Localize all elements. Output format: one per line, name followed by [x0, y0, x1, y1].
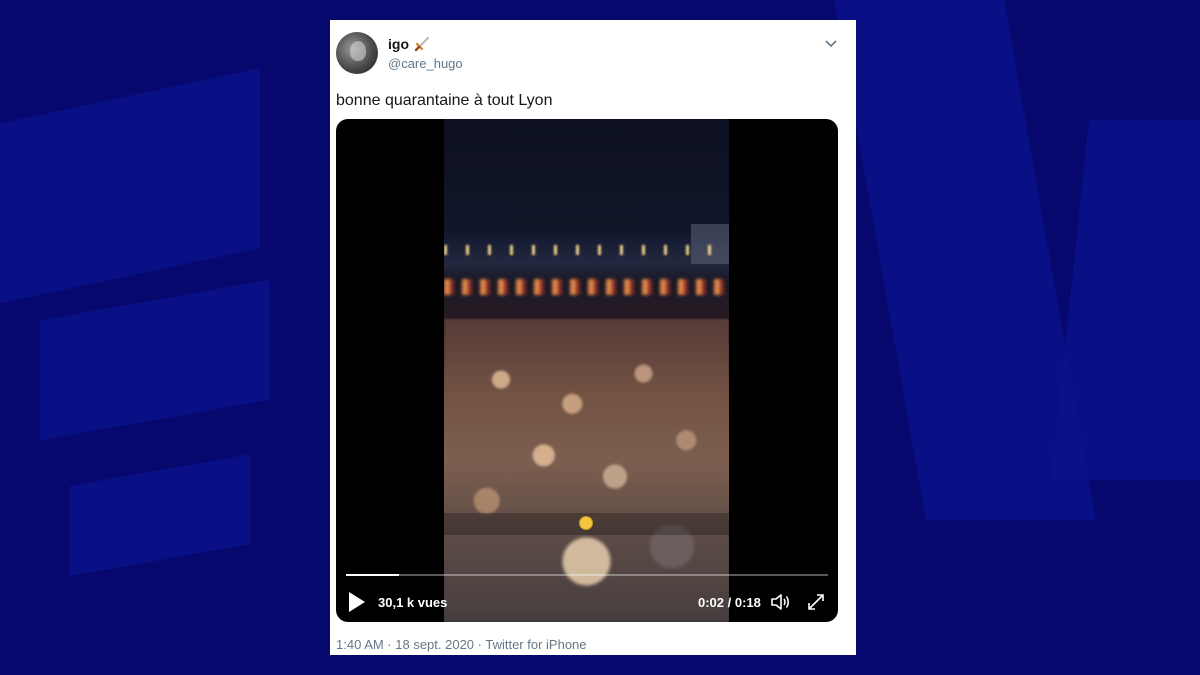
tweet-card: igo @care_hugo bonne quarantaine à tout … — [330, 20, 856, 655]
volume-icon[interactable] — [770, 592, 792, 612]
progress-fill — [346, 574, 400, 576]
video-frame — [444, 119, 729, 622]
time-display: 0:02 / 0:18 — [698, 595, 761, 610]
view-count: 30,1 k vues — [378, 595, 448, 610]
background-logo-shape — [40, 279, 270, 441]
avatar[interactable] — [336, 32, 378, 74]
play-icon[interactable] — [348, 591, 366, 613]
tweet-meta[interactable]: 1:40 AM · 18 sept. 2020 · Twitter for iP… — [336, 637, 587, 652]
dagger-icon — [414, 36, 430, 52]
progress-bar[interactable] — [346, 574, 828, 576]
background-logo-shape — [1051, 120, 1200, 480]
video-player[interactable]: 30,1 k vues 0:02 / 0:18 — [336, 119, 838, 622]
user-handle[interactable]: @care_hugo — [388, 56, 463, 71]
tweet-text: bonne quarantaine à tout Lyon — [336, 92, 553, 109]
chevron-down-icon[interactable] — [824, 36, 838, 50]
emoji-icon — [579, 516, 593, 530]
background-logo-shape — [0, 68, 260, 312]
fullscreen-icon[interactable] — [806, 592, 826, 612]
user-name[interactable]: igo — [388, 36, 409, 52]
background-logo-shape — [70, 454, 250, 576]
